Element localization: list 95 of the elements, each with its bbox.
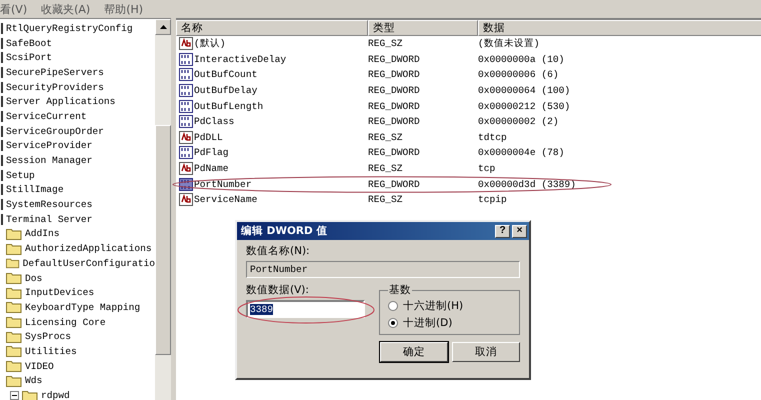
value-name[interactable]: PdName <box>194 163 229 174</box>
value-type: REG_DWORD <box>368 100 421 112</box>
column-header[interactable]: 类型 <box>368 20 478 36</box>
folder-icon <box>6 242 22 255</box>
folder-icon <box>6 286 22 299</box>
value-name[interactable]: PdFlag <box>194 147 229 158</box>
value-name[interactable]: PdClass <box>194 116 234 128</box>
tree-item[interactable]: StillImage <box>6 184 64 196</box>
tree-item[interactable]: SecurePipeServers <box>6 66 104 78</box>
folder-icon <box>6 330 22 343</box>
dialog-title: 编辑 DWORD 值 <box>241 224 328 238</box>
group-title: 基数 <box>388 283 412 297</box>
value-data: 0x00000064 (100) <box>478 85 572 96</box>
tree-item[interactable]: Server Applications <box>6 96 116 108</box>
value-data: (数值未设置) <box>478 37 541 50</box>
tree-item[interactable]: AuthorizedApplications <box>25 243 152 254</box>
tree-item[interactable]: Utilities <box>25 346 77 357</box>
folder-icon <box>6 360 22 372</box>
tree-item[interactable]: SystemResources <box>6 199 92 210</box>
tree-item[interactable]: Session Manager <box>6 155 92 166</box>
close-button[interactable]: × <box>512 224 527 238</box>
value-data: tcpip <box>478 194 508 206</box>
tree-item[interactable]: ServiceGroupOrder <box>6 126 104 137</box>
value-type: REG_DWORD <box>368 54 421 65</box>
tree-item[interactable]: ServiceProvider <box>6 140 92 152</box>
radio-label[interactable]: 十六进制(H) <box>403 299 464 313</box>
tree-item[interactable]: VIDEO <box>25 360 54 372</box>
column-header[interactable]: 名称 <box>176 20 368 36</box>
menu-item[interactable]: 看(V) <box>0 2 28 16</box>
tree-item[interactable]: AddIns <box>25 228 60 240</box>
tree-item[interactable]: SysProcs <box>25 331 72 342</box>
tree-item[interactable]: Licensing Core <box>25 316 106 328</box>
tree-item[interactable]: DefaultUserConfiguratio <box>22 258 155 269</box>
radio-button[interactable] <box>388 301 398 311</box>
tree-item[interactable]: ServiceCurrent <box>6 110 87 122</box>
value-name[interactable]: (默认) <box>194 37 226 50</box>
column-header[interactable]: 数据 <box>478 20 761 36</box>
folder-icon <box>6 374 22 387</box>
field-label: 数值名称(N): <box>246 244 311 258</box>
value-name[interactable]: OutBufLength <box>194 100 264 112</box>
collapse-icon[interactable] <box>10 391 19 400</box>
tree-item[interactable]: Wds <box>25 375 42 386</box>
value-name[interactable]: OutBufDelay <box>194 85 258 96</box>
value-data: 0x00000d3d (3389) <box>478 178 577 190</box>
scroll-up-button[interactable] <box>155 19 171 35</box>
folder-icon <box>6 301 22 314</box>
value-data: 0x00000006 (6) <box>478 69 560 80</box>
tree-item[interactable]: RtlQueryRegistryConfig <box>6 22 133 34</box>
value-name[interactable]: OutBufCount <box>194 69 258 80</box>
value-data: 0x00000002 (2) <box>478 116 560 128</box>
tree-item[interactable]: Terminal Server <box>6 214 92 225</box>
tree-item[interactable]: Setup <box>6 170 35 181</box>
help-button[interactable]: ? <box>495 224 510 238</box>
value-type: REG_SZ <box>368 163 404 174</box>
value-data: 0x00000212 (530) <box>478 100 572 112</box>
up-arrow-icon <box>160 25 166 29</box>
value-type: REG_SZ <box>368 132 404 143</box>
value-name[interactable]: PortNumber <box>194 178 252 190</box>
tree-item[interactable]: InputDevices <box>25 287 94 298</box>
value-name-field: PortNumber <box>246 261 520 278</box>
value-type: REG_DWORD <box>368 178 421 190</box>
value-type: REG_SZ <box>368 38 404 50</box>
value-name[interactable]: InteractiveDelay <box>194 54 286 65</box>
value-data: 0x0000004e (78) <box>478 147 566 158</box>
tree-item[interactable]: ScsiPort <box>6 52 52 64</box>
value-type: REG_DWORD <box>368 69 421 80</box>
field-label: 数值数据(V): <box>246 283 310 297</box>
tree-item[interactable]: KeyboardType Mapping <box>25 302 140 313</box>
value-data-field[interactable]: 3389 <box>246 300 366 318</box>
tree-item[interactable]: SafeBoot <box>6 38 52 49</box>
scrollbar-thumb[interactable] <box>155 125 171 355</box>
folder-icon <box>6 272 22 284</box>
tree-item[interactable]: Dos <box>25 272 42 284</box>
menu-item[interactable]: 收藏夹(A) <box>41 2 90 16</box>
value-data: tdtcp <box>478 132 508 143</box>
value-type: REG_DWORD <box>368 85 421 96</box>
menu-item[interactable]: 帮助(H) <box>104 2 144 16</box>
value-type: REG_DWORD <box>368 116 421 128</box>
value-name[interactable]: ServiceName <box>194 194 258 206</box>
dialog-button[interactable]: 确定 <box>380 342 448 362</box>
value-type: REG_SZ <box>368 194 404 206</box>
tree-item[interactable]: SecurityProviders <box>6 82 104 93</box>
value-data: tcp <box>478 163 496 174</box>
radio-label[interactable]: 十进制(D) <box>403 316 452 330</box>
dialog-button[interactable]: 取消 <box>452 342 520 362</box>
folder-icon <box>6 345 22 358</box>
radio-button[interactable] <box>388 318 398 328</box>
value-name[interactable]: PdDLL <box>194 132 223 143</box>
folder-icon <box>6 257 20 270</box>
folder-icon <box>6 228 22 240</box>
value-type: REG_DWORD <box>368 147 421 158</box>
value-data: 0x0000000a (10) <box>478 54 566 65</box>
folder-icon <box>22 390 38 400</box>
folder-icon <box>6 316 22 328</box>
tree-item[interactable]: rdpwd <box>41 390 70 400</box>
